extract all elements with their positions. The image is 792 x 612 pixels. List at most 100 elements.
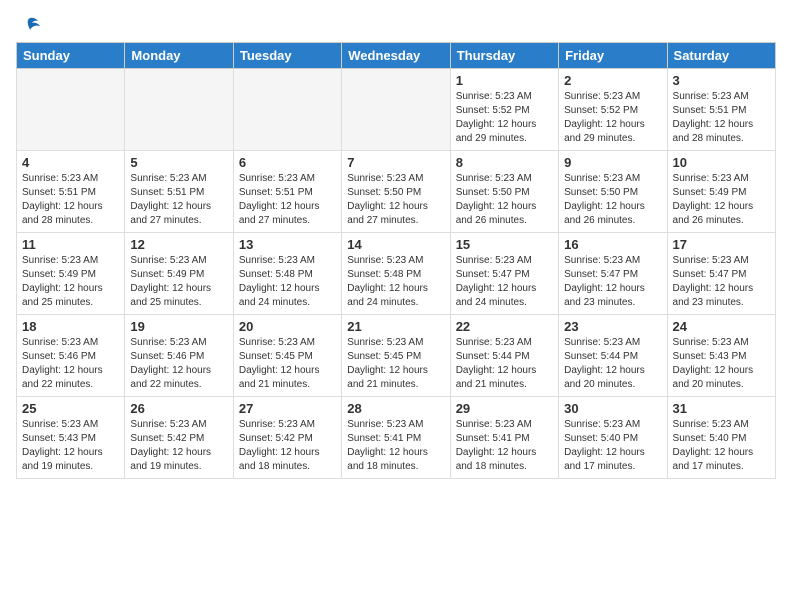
day-number: 23 <box>564 319 661 334</box>
calendar-day-cell: 23 Sunrise: 5:23 AM Sunset: 5:44 PM Dayli… <box>559 315 667 397</box>
calendar-day-cell: 29 Sunrise: 5:23 AM Sunset: 5:41 PM Dayli… <box>450 397 558 479</box>
day-info: Sunrise: 5:23 AM Sunset: 5:47 PM Dayligh… <box>456 254 553 310</box>
calendar-week-row: 11 Sunrise: 5:23 AM Sunset: 5:49 PM Dayli… <box>17 233 776 315</box>
day-info: Sunrise: 5:23 AM Sunset: 5:40 PM Dayligh… <box>673 418 770 474</box>
day-info: Sunrise: 5:23 AM Sunset: 5:48 PM Dayligh… <box>347 254 444 310</box>
calendar-day-cell: 11 Sunrise: 5:23 AM Sunset: 5:49 PM Dayli… <box>17 233 125 315</box>
day-info: Sunrise: 5:23 AM Sunset: 5:43 PM Dayligh… <box>22 418 119 474</box>
day-info: Sunrise: 5:23 AM Sunset: 5:41 PM Dayligh… <box>347 418 444 474</box>
day-number: 28 <box>347 401 444 416</box>
calendar-day-cell <box>17 69 125 151</box>
day-number: 6 <box>239 155 336 170</box>
calendar-day-cell: 8Sunrise: 5:23 AM Sunset: 5:50 PM Daylig… <box>450 151 558 233</box>
calendar-day-cell: 5Sunrise: 5:23 AM Sunset: 5:51 PM Daylig… <box>125 151 233 233</box>
day-number: 8 <box>456 155 553 170</box>
day-info: Sunrise: 5:23 AM Sunset: 5:51 PM Dayligh… <box>239 172 336 228</box>
day-info: Sunrise: 5:23 AM Sunset: 5:49 PM Dayligh… <box>673 172 770 228</box>
calendar-table: SundayMondayTuesdayWednesdayThursdayFrid… <box>16 42 776 479</box>
calendar-day-cell: 3 Sunrise: 5:23 AM Sunset: 5:51 PM Daylig… <box>667 69 775 151</box>
weekday-header: Wednesday <box>342 43 450 69</box>
day-info: Sunrise: 5:23 AM Sunset: 5:50 PM Dayligh… <box>347 172 444 228</box>
day-number: 1 <box>456 73 553 88</box>
calendar-day-cell: 19 Sunrise: 5:23 AM Sunset: 5:46 PM Dayli… <box>125 315 233 397</box>
calendar-day-cell: 28 Sunrise: 5:23 AM Sunset: 5:41 PM Dayli… <box>342 397 450 479</box>
calendar-day-cell: 9 Sunrise: 5:23 AM Sunset: 5:50 PM Daylig… <box>559 151 667 233</box>
calendar-day-cell: 22Sunrise: 5:23 AM Sunset: 5:44 PM Dayli… <box>450 315 558 397</box>
day-number: 30 <box>564 401 661 416</box>
day-number: 11 <box>22 237 119 252</box>
calendar-day-cell: 15 Sunrise: 5:23 AM Sunset: 5:47 PM Dayli… <box>450 233 558 315</box>
calendar-day-cell <box>125 69 233 151</box>
calendar-day-cell: 30Sunrise: 5:23 AM Sunset: 5:40 PM Dayli… <box>559 397 667 479</box>
calendar-day-cell <box>233 69 341 151</box>
day-info: Sunrise: 5:23 AM Sunset: 5:51 PM Dayligh… <box>130 172 227 228</box>
calendar-day-cell: 4 Sunrise: 5:23 AM Sunset: 5:51 PM Daylig… <box>17 151 125 233</box>
calendar-day-cell: 21 Sunrise: 5:23 AM Sunset: 5:45 PM Dayli… <box>342 315 450 397</box>
weekday-header: Thursday <box>450 43 558 69</box>
day-number: 9 <box>564 155 661 170</box>
day-info: Sunrise: 5:23 AM Sunset: 5:46 PM Dayligh… <box>130 336 227 392</box>
calendar-day-cell: 17 Sunrise: 5:23 AM Sunset: 5:47 PM Dayli… <box>667 233 775 315</box>
day-number: 26 <box>130 401 227 416</box>
calendar-day-cell: 12Sunrise: 5:23 AM Sunset: 5:49 PM Dayli… <box>125 233 233 315</box>
calendar-day-cell: 7Sunrise: 5:23 AM Sunset: 5:50 PM Daylig… <box>342 151 450 233</box>
calendar-day-cell: 10 Sunrise: 5:23 AM Sunset: 5:49 PM Dayli… <box>667 151 775 233</box>
calendar-day-cell: 27 Sunrise: 5:23 AM Sunset: 5:42 PM Dayli… <box>233 397 341 479</box>
day-number: 25 <box>22 401 119 416</box>
day-number: 31 <box>673 401 770 416</box>
page-header <box>16 16 776 36</box>
day-info: Sunrise: 5:23 AM Sunset: 5:50 PM Dayligh… <box>564 172 661 228</box>
day-number: 19 <box>130 319 227 334</box>
logo-bird-icon <box>18 16 40 36</box>
calendar-day-cell <box>342 69 450 151</box>
day-info: Sunrise: 5:23 AM Sunset: 5:49 PM Dayligh… <box>130 254 227 310</box>
day-info: Sunrise: 5:23 AM Sunset: 5:46 PM Dayligh… <box>22 336 119 392</box>
calendar-day-cell: 18Sunrise: 5:23 AM Sunset: 5:46 PM Dayli… <box>17 315 125 397</box>
calendar-day-cell: 2 Sunrise: 5:23 AM Sunset: 5:52 PM Daylig… <box>559 69 667 151</box>
weekday-header: Monday <box>125 43 233 69</box>
day-number: 20 <box>239 319 336 334</box>
day-info: Sunrise: 5:23 AM Sunset: 5:51 PM Dayligh… <box>22 172 119 228</box>
calendar-day-cell: 1 Sunrise: 5:23 AM Sunset: 5:52 PM Daylig… <box>450 69 558 151</box>
weekday-header: Tuesday <box>233 43 341 69</box>
day-info: Sunrise: 5:23 AM Sunset: 5:47 PM Dayligh… <box>673 254 770 310</box>
calendar-day-cell: 25 Sunrise: 5:23 AM Sunset: 5:43 PM Dayli… <box>17 397 125 479</box>
calendar-day-cell: 24Sunrise: 5:23 AM Sunset: 5:43 PM Dayli… <box>667 315 775 397</box>
day-number: 16 <box>564 237 661 252</box>
day-number: 13 <box>239 237 336 252</box>
day-number: 3 <box>673 73 770 88</box>
calendar-week-row: 1 Sunrise: 5:23 AM Sunset: 5:52 PM Daylig… <box>17 69 776 151</box>
day-info: Sunrise: 5:23 AM Sunset: 5:42 PM Dayligh… <box>239 418 336 474</box>
day-info: Sunrise: 5:23 AM Sunset: 5:45 PM Dayligh… <box>347 336 444 392</box>
day-number: 4 <box>22 155 119 170</box>
calendar-week-row: 4 Sunrise: 5:23 AM Sunset: 5:51 PM Daylig… <box>17 151 776 233</box>
weekday-header: Friday <box>559 43 667 69</box>
day-info: Sunrise: 5:23 AM Sunset: 5:49 PM Dayligh… <box>22 254 119 310</box>
weekday-header: Saturday <box>667 43 775 69</box>
calendar-day-cell: 31 Sunrise: 5:23 AM Sunset: 5:40 PM Dayli… <box>667 397 775 479</box>
calendar-day-cell: 20 Sunrise: 5:23 AM Sunset: 5:45 PM Dayli… <box>233 315 341 397</box>
calendar-header-row: SundayMondayTuesdayWednesdayThursdayFrid… <box>17 43 776 69</box>
day-info: Sunrise: 5:23 AM Sunset: 5:44 PM Dayligh… <box>564 336 661 392</box>
day-info: Sunrise: 5:23 AM Sunset: 5:41 PM Dayligh… <box>456 418 553 474</box>
day-number: 27 <box>239 401 336 416</box>
day-info: Sunrise: 5:23 AM Sunset: 5:51 PM Dayligh… <box>673 90 770 146</box>
day-number: 14 <box>347 237 444 252</box>
day-number: 10 <box>673 155 770 170</box>
day-info: Sunrise: 5:23 AM Sunset: 5:48 PM Dayligh… <box>239 254 336 310</box>
day-info: Sunrise: 5:23 AM Sunset: 5:42 PM Dayligh… <box>130 418 227 474</box>
day-number: 29 <box>456 401 553 416</box>
day-number: 17 <box>673 237 770 252</box>
day-number: 21 <box>347 319 444 334</box>
calendar-week-row: 18Sunrise: 5:23 AM Sunset: 5:46 PM Dayli… <box>17 315 776 397</box>
day-info: Sunrise: 5:23 AM Sunset: 5:52 PM Dayligh… <box>456 90 553 146</box>
calendar-day-cell: 16Sunrise: 5:23 AM Sunset: 5:47 PM Dayli… <box>559 233 667 315</box>
logo <box>16 16 40 36</box>
day-info: Sunrise: 5:23 AM Sunset: 5:52 PM Dayligh… <box>564 90 661 146</box>
calendar-day-cell: 14 Sunrise: 5:23 AM Sunset: 5:48 PM Dayli… <box>342 233 450 315</box>
day-info: Sunrise: 5:23 AM Sunset: 5:45 PM Dayligh… <box>239 336 336 392</box>
weekday-header: Sunday <box>17 43 125 69</box>
day-number: 2 <box>564 73 661 88</box>
calendar-day-cell: 13 Sunrise: 5:23 AM Sunset: 5:48 PM Dayli… <box>233 233 341 315</box>
day-number: 15 <box>456 237 553 252</box>
